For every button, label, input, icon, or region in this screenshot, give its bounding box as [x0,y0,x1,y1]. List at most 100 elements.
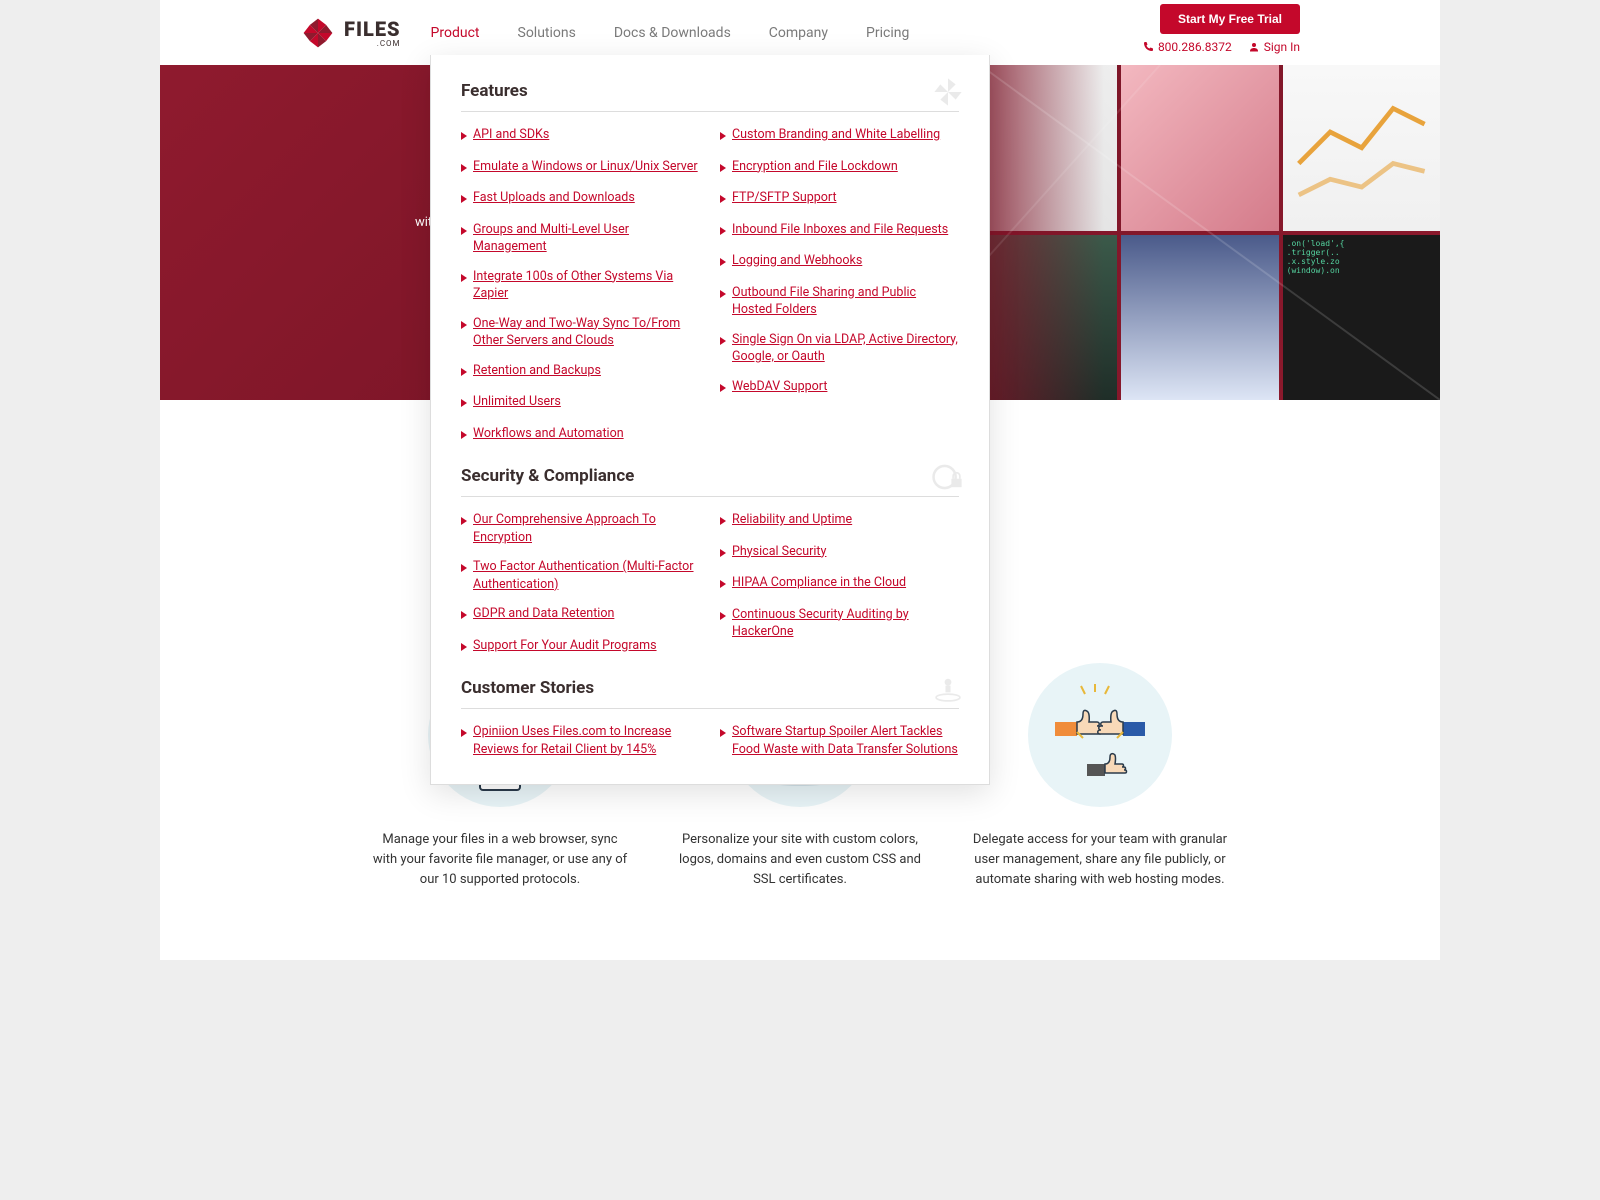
stories-item: Software Startup Spoiler Alert Tackles F… [720,723,959,758]
security-left-col: Our Comprehensive Approach To Encryption… [461,511,700,656]
features-link[interactable]: WebDAV Support [732,378,827,396]
features-item: Retention and Backups [461,362,700,382]
caret-icon [461,639,467,657]
features-item: Logging and Webhooks [720,252,959,272]
nav-docs[interactable]: Docs & Downloads [614,25,731,41]
caret-icon [461,607,467,625]
security-item: GDPR and Data Retention [461,605,700,625]
nav-company[interactable]: Company [769,25,828,41]
card-manage-text: Manage your files in a web browser, sync… [370,830,630,890]
security-link[interactable]: Our Comprehensive Approach To Encryption [473,511,700,546]
features-item: Outbound File Sharing and Public Hosted … [720,284,959,319]
caret-icon [461,395,467,413]
features-right-col: Custom Branding and White Labelling Encry… [720,126,959,444]
features-link[interactable]: Fast Uploads and Downloads [473,189,635,207]
features-link[interactable]: Custom Branding and White Labelling [732,126,940,144]
stories-right-col: Software Startup Spoiler Alert Tackles F… [720,723,959,758]
mega-heading-stories: Customer Stories [461,678,959,698]
caret-icon [461,427,467,445]
features-link[interactable]: Groups and Multi-Level User Management [473,221,700,256]
brand-wordmark: FILES [344,17,401,41]
features-item: Emulate a Windows or Linux/Unix Server [461,158,700,178]
divider [461,111,959,112]
features-item: FTP/SFTP Support [720,189,959,209]
stories-item: Opiniion Uses Files.com to Increase Revi… [461,723,700,758]
caret-icon [461,364,467,382]
nav-pricing[interactable]: Pricing [866,25,909,41]
main-nav: Product Solutions Docs & Downloads Compa… [431,25,910,41]
hero-tile-code: .on('load',{.trigger(...x.style.zo(windo… [1283,235,1440,401]
features-item: API and SDKs [461,126,700,146]
caret-icon [720,160,726,178]
features-link[interactable]: Unlimited Users [473,393,561,411]
caret-icon [720,223,726,241]
mega-heading-features: Features [461,81,959,101]
divider [461,708,959,709]
person-ripple-icon [931,672,965,713]
features-link[interactable]: Single Sign On via LDAP, Active Director… [732,331,959,366]
caret-icon [720,608,726,626]
features-link[interactable]: One-Way and Two-Way Sync To/From Other S… [473,315,700,350]
caret-icon [461,223,467,241]
security-link[interactable]: Support For Your Audit Programs [473,637,657,655]
features-item: Custom Branding and White Labelling [720,126,959,146]
start-trial-button[interactable]: Start My Free Trial [1160,4,1300,34]
features-item: Groups and Multi-Level User Management [461,221,700,256]
phone-link[interactable]: 800.286.8372 [1142,40,1232,54]
caret-icon [720,191,726,209]
product-mega-menu: Features API and SDKs Emulate a Windows o… [430,55,990,785]
features-link[interactable]: Logging and Webhooks [732,252,862,270]
brand-logo[interactable]: FILES .COM [300,15,401,51]
security-item: Physical Security [720,543,959,563]
features-link[interactable]: API and SDKs [473,126,549,144]
signin-label: Sign In [1264,40,1300,54]
security-link[interactable]: GDPR and Data Retention [473,605,614,623]
card-personalize-text: Personalize your site with custom colors… [670,830,930,890]
features-link[interactable]: Emulate a Windows or Linux/Unix Server [473,158,698,176]
features-link[interactable]: Integrate 100s of Other Systems Via Zapi… [473,268,700,303]
caret-icon [720,380,726,398]
caret-icon [720,333,726,351]
features-item: WebDAV Support [720,378,959,398]
caret-icon [720,286,726,304]
security-link[interactable]: Continuous Security Auditing by HackerOn… [732,606,959,641]
mega-section-features: Features API and SDKs Emulate a Windows o… [461,81,959,444]
stories-link[interactable]: Software Startup Spoiler Alert Tackles F… [732,723,959,758]
user-icon [1248,41,1260,53]
features-link[interactable]: Encryption and File Lockdown [732,158,898,176]
features-item: One-Way and Two-Way Sync To/From Other S… [461,315,700,350]
card-delegate-text: Delegate access for your team with granu… [970,830,1230,890]
caret-icon [720,725,726,743]
features-link[interactable]: Outbound File Sharing and Public Hosted … [732,284,959,319]
nav-solutions[interactable]: Solutions [518,25,576,41]
features-item: Single Sign On via LDAP, Active Director… [720,331,959,366]
phone-number: 800.286.8372 [1158,40,1232,54]
mega-section-stories: Customer Stories Opiniion Uses Files.com… [461,678,959,758]
features-link[interactable]: FTP/SFTP Support [732,189,837,207]
security-item: Two Factor Authentication (Multi-Factor … [461,558,700,593]
features-link[interactable]: Retention and Backups [473,362,601,380]
nav-product[interactable]: Product [431,25,480,41]
stories-link[interactable]: Opiniion Uses Files.com to Increase Revi… [473,723,700,758]
features-left-col: API and SDKs Emulate a Windows or Linux/U… [461,126,700,444]
caret-icon [461,270,467,288]
features-link[interactable]: Inbound File Inboxes and File Requests [732,221,948,239]
pinwheel-watermark-icon [931,75,965,116]
features-item: Fast Uploads and Downloads [461,189,700,209]
security-right-col: Reliability and Uptime Physical Security H… [720,511,959,656]
security-link[interactable]: Reliability and Uptime [732,511,852,529]
mega-heading-security: Security & Compliance [461,466,959,486]
caret-icon [461,513,467,531]
security-link[interactable]: Two Factor Authentication (Multi-Factor … [473,558,700,593]
security-link[interactable]: Physical Security [732,543,826,561]
security-link[interactable]: HIPAA Compliance in the Cloud [732,574,906,592]
signin-link[interactable]: Sign In [1248,40,1300,54]
globe-lock-icon [931,460,965,501]
hero-image-grid: .on('load',{.trigger(...x.style.zo(windo… [960,65,1440,400]
caret-icon [720,545,726,563]
card-delegate: Delegate access for your team with granu… [970,660,1230,890]
mega-section-security: Security & Compliance Our Comprehensive … [461,466,959,656]
caret-icon [461,128,467,146]
features-link[interactable]: Workflows and Automation [473,425,624,443]
stories-left-col: Opiniion Uses Files.com to Increase Revi… [461,723,700,758]
